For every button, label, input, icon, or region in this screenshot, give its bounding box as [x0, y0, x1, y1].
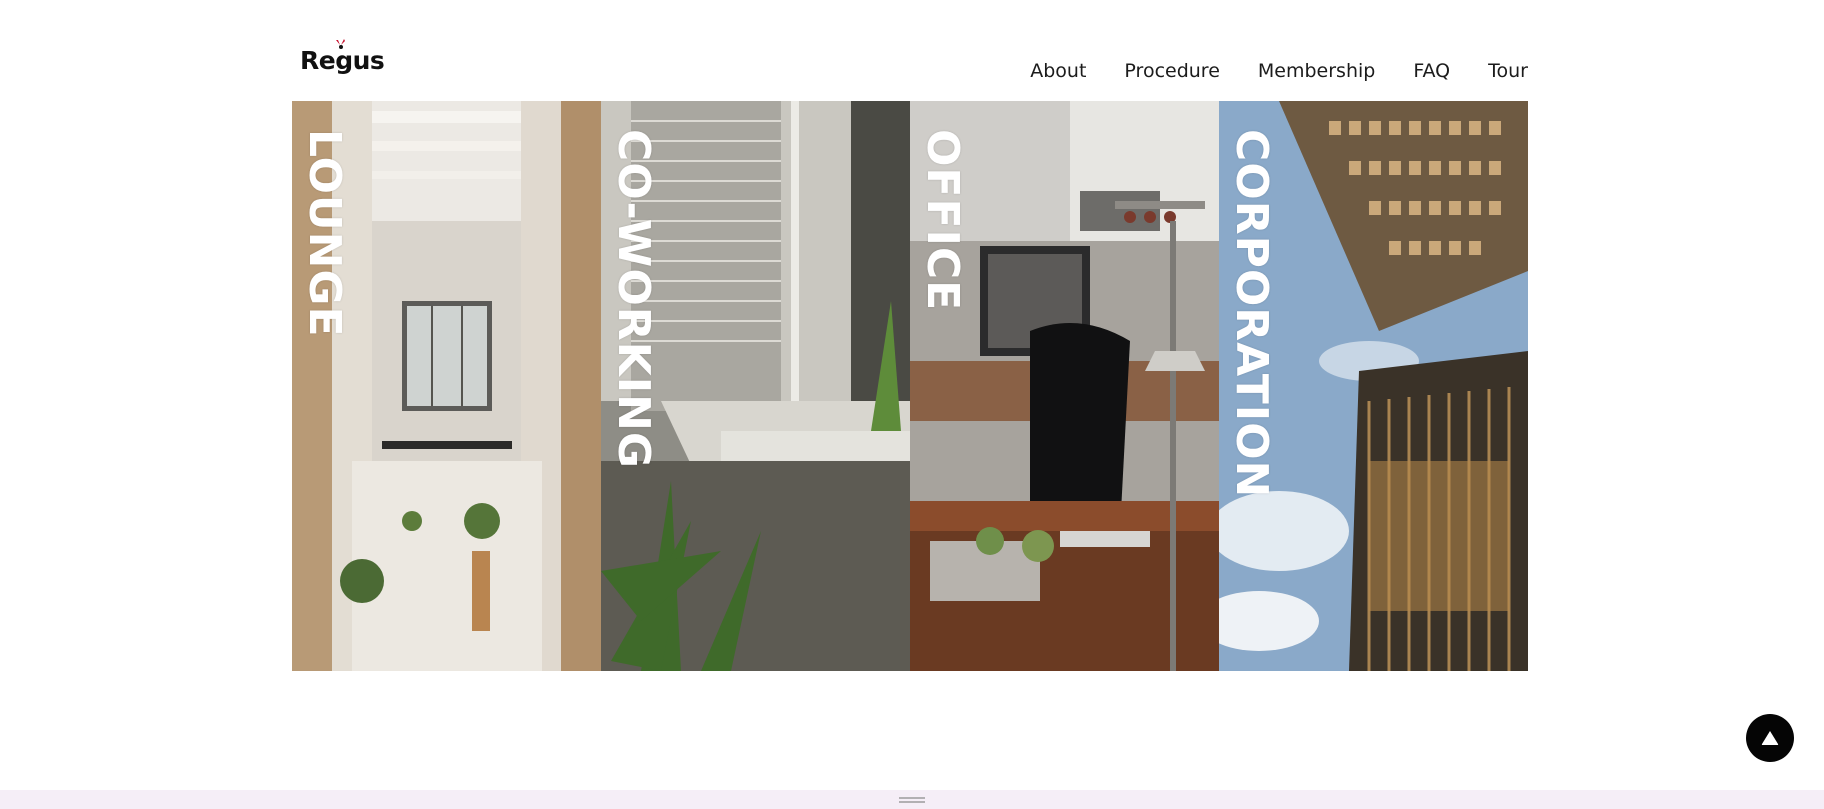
triangle-up-icon	[1761, 731, 1779, 745]
bottom-bar	[0, 790, 1824, 809]
nav-tour[interactable]: Tour	[1488, 60, 1528, 82]
main-nav: About Procedure Membership FAQ Tour	[1030, 60, 1528, 82]
panel-label-office: OFFICE	[917, 129, 968, 312]
back-to-top-button[interactable]	[1746, 714, 1794, 762]
panel-label-coworking: CO-WORKING	[608, 129, 659, 470]
nav-about[interactable]: About	[1030, 60, 1086, 82]
regus-logo[interactable]: Regus	[300, 38, 385, 82]
panel-lounge[interactable]: LOUNGE	[292, 101, 601, 671]
drag-handle-icon[interactable]	[899, 797, 925, 803]
page: Regus About Procedure Membership FAQ Tou…	[0, 0, 1824, 809]
panel-office[interactable]: OFFICE	[910, 101, 1219, 671]
category-panels: LOUNGE CO-WORKING OFFICE CORPORATION	[292, 101, 1528, 671]
nav-faq[interactable]: FAQ	[1413, 60, 1450, 82]
panel-corporation[interactable]: CORPORATION	[1219, 101, 1528, 671]
nav-membership[interactable]: Membership	[1258, 60, 1375, 82]
nav-procedure[interactable]: Procedure	[1124, 60, 1219, 82]
panel-coworking[interactable]: CO-WORKING	[601, 101, 910, 671]
logo-accent-icon	[336, 39, 345, 49]
panel-label-corporation: CORPORATION	[1226, 129, 1277, 499]
panel-label-lounge: LOUNGE	[299, 129, 350, 338]
